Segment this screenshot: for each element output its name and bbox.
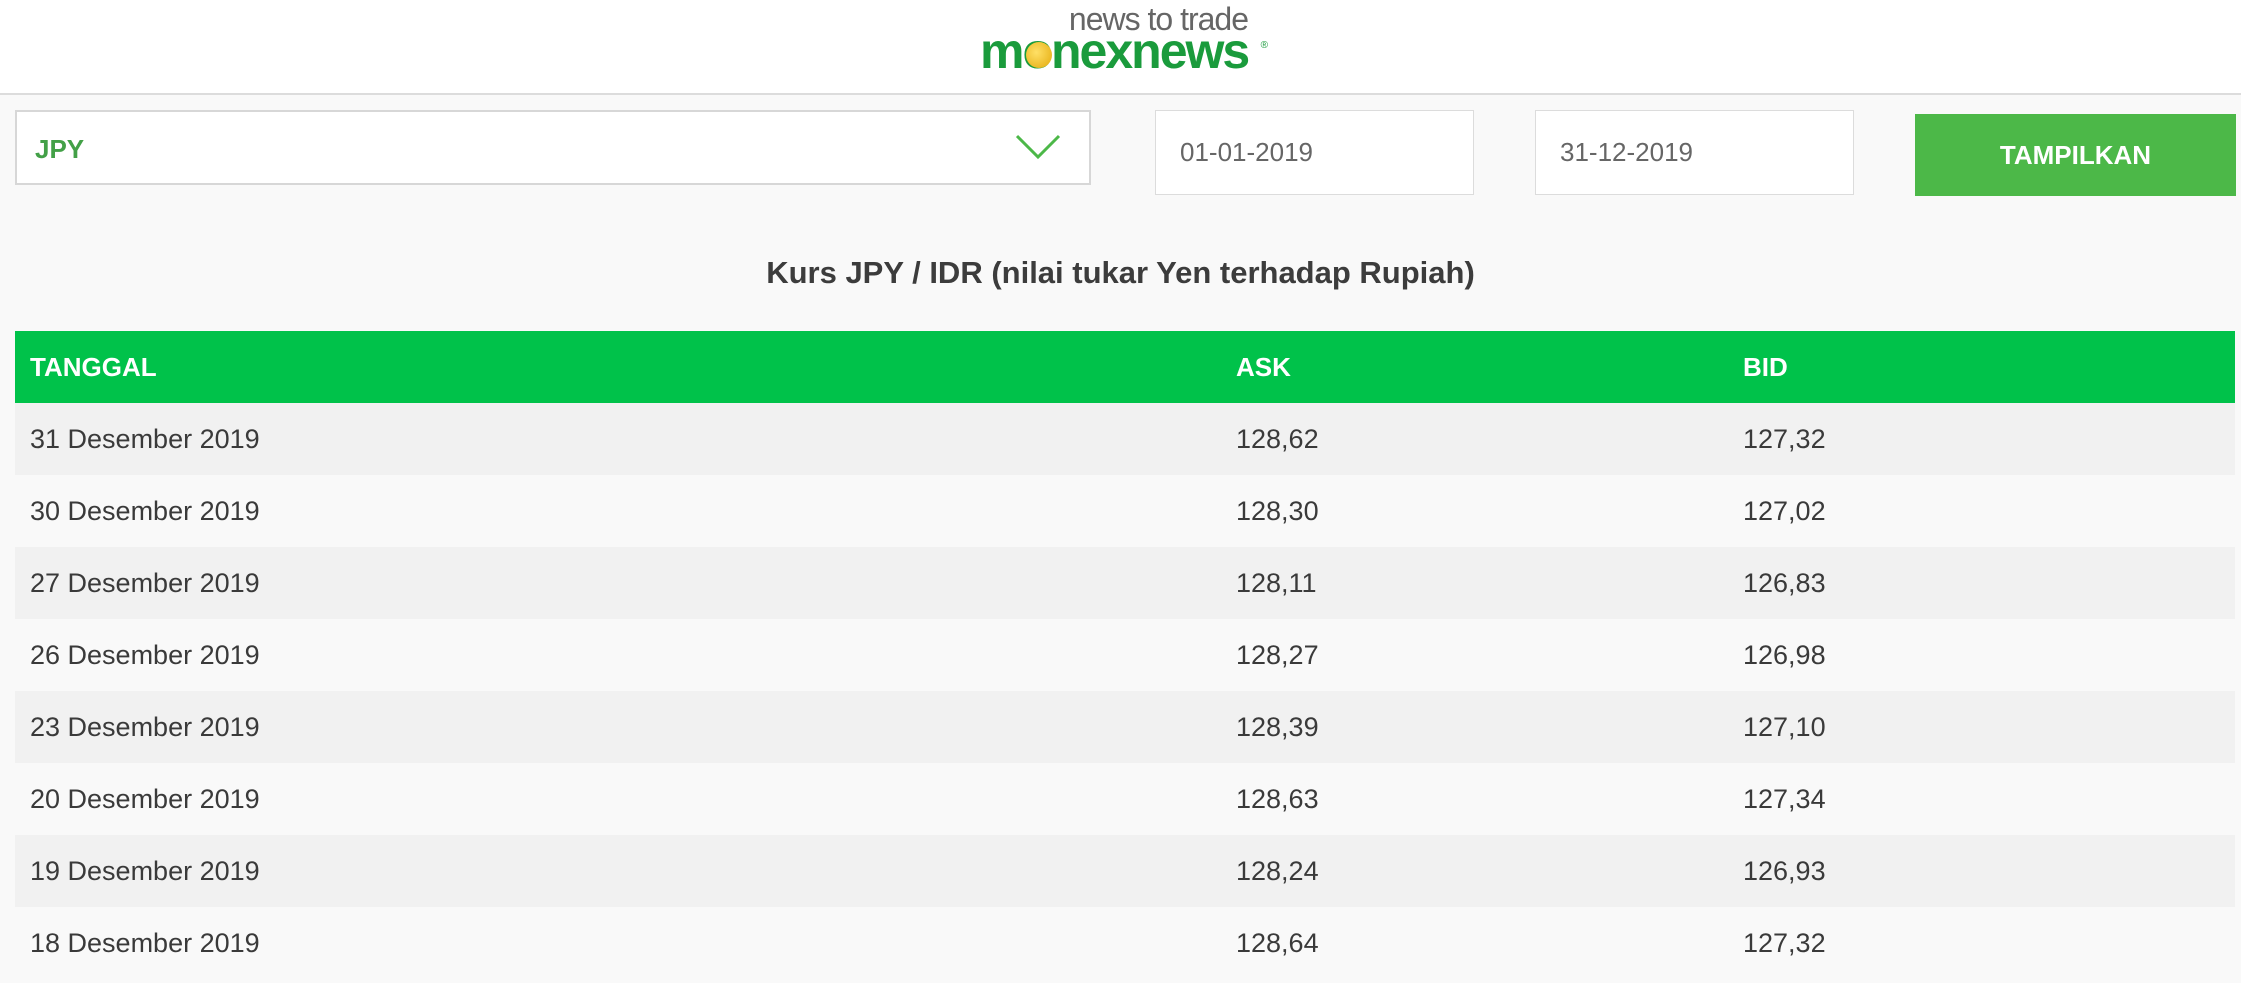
logo-wordmark-prefix: m — [980, 23, 1024, 79]
page-title: Kurs JPY / IDR (nilai tukar Yen terhadap… — [766, 255, 1475, 290]
cell-ask: 128,39 — [1221, 691, 1728, 763]
start-date-input[interactable] — [1155, 110, 1474, 195]
cell-ask: 128,11 — [1221, 547, 1728, 619]
currency-select[interactable]: JPY — [15, 110, 1091, 185]
logo-wordmark-suffix: nexnews — [1051, 23, 1250, 79]
cell-bid: 126,98 — [1728, 619, 2235, 691]
cell-date: 26 Desember 2019 — [15, 619, 1221, 691]
table-header-row: TANGGAL ASK BID — [15, 331, 2235, 403]
cell-bid: 127,34 — [1728, 763, 2235, 835]
show-button[interactable]: TAMPILKAN — [1915, 114, 2236, 196]
cell-date: 18 Desember 2019 — [15, 907, 1221, 979]
table-row: 23 Desember 2019 128,39 127,10 — [15, 691, 2235, 763]
cell-date: 30 Desember 2019 — [15, 475, 1221, 547]
cell-ask: 128,30 — [1221, 475, 1728, 547]
column-header-ask: ASK — [1221, 331, 1728, 403]
cell-date: 31 Desember 2019 — [15, 403, 1221, 475]
table-row: 27 Desember 2019 128,11 126,83 — [15, 547, 2235, 619]
site-header: news to trade monexnews ® — [0, 0, 2241, 95]
cell-bid: 127,02 — [1728, 475, 2235, 547]
table-row: 20 Desember 2019 128,63 127,34 — [15, 763, 2235, 835]
cell-bid: 126,93 — [1728, 835, 2235, 907]
end-date-input[interactable] — [1535, 110, 1854, 195]
table-row: 18 Desember 2019 128,64 127,32 — [15, 907, 2235, 979]
chevron-down-icon — [1015, 134, 1061, 160]
cell-date: 27 Desember 2019 — [15, 547, 1221, 619]
table-row: 30 Desember 2019 128,30 127,02 — [15, 475, 2235, 547]
registered-mark: ® — [1260, 40, 1268, 51]
table-row: 31 Desember 2019 128,62 127,32 — [15, 403, 2235, 475]
cell-bid: 126,83 — [1728, 547, 2235, 619]
column-header-bid: BID — [1728, 331, 2235, 403]
cell-date: 19 Desember 2019 — [15, 835, 1221, 907]
cell-date: 20 Desember 2019 — [15, 763, 1221, 835]
cell-ask: 128,24 — [1221, 835, 1728, 907]
column-header-date: TANGGAL — [15, 331, 1221, 403]
logo-coin-letter: o — [1022, 24, 1053, 78]
table-row: 26 Desember 2019 128,27 126,98 — [15, 619, 2235, 691]
logo-wordmark: monexnews — [980, 23, 1250, 79]
currency-select-value: JPY — [35, 134, 85, 164]
cell-ask: 128,62 — [1221, 403, 1728, 475]
cell-date: 23 Desember 2019 — [15, 691, 1221, 763]
table-row: 19 Desember 2019 128,24 126,93 — [15, 835, 2235, 907]
cell-bid: 127,32 — [1728, 907, 2235, 979]
cell-bid: 127,10 — [1728, 691, 2235, 763]
monexnews-logo[interactable]: news to trade monexnews ® — [980, 2, 1270, 78]
cell-ask: 128,64 — [1221, 907, 1728, 979]
cell-bid: 127,32 — [1728, 403, 2235, 475]
exchange-rate-table: TANGGAL ASK BID 31 Desember 2019 128,62 … — [15, 331, 2235, 979]
cell-ask: 128,27 — [1221, 619, 1728, 691]
cell-ask: 128,63 — [1221, 763, 1728, 835]
